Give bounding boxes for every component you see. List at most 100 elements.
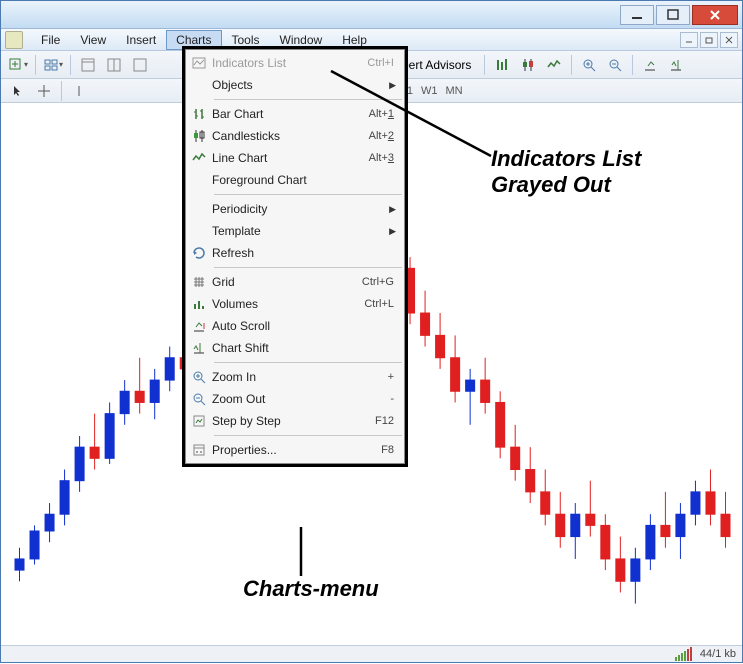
window-icon (80, 57, 96, 73)
data-window-button[interactable] (102, 54, 126, 76)
menu-item-label: Auto Scroll (212, 319, 404, 333)
menu-charts[interactable]: Charts (166, 30, 221, 50)
connection-status: 44/1 kb (700, 648, 736, 660)
menu-separator (214, 267, 402, 268)
connection-bars-icon (675, 647, 692, 661)
navigator-button[interactable] (128, 54, 152, 76)
profiles-button[interactable]: ▾ (41, 54, 65, 76)
vline-icon (72, 84, 86, 98)
menu-item-foreground-chart[interactable]: Foreground Chart (186, 169, 404, 191)
menu-shortcut: F8 (350, 444, 404, 456)
submenu-arrow-icon: ▶ (389, 80, 396, 91)
menu-item-label: Bar Chart (212, 107, 350, 121)
separator (632, 55, 633, 75)
volumes-icon (186, 296, 212, 312)
line-chart-button[interactable] (542, 54, 566, 76)
menu-item-label: Foreground Chart (212, 173, 404, 187)
window-close-button[interactable] (692, 5, 738, 25)
new-chart-button[interactable]: ▾ (6, 54, 30, 76)
menu-file[interactable]: File (31, 30, 70, 50)
bar-chart-button[interactable] (490, 54, 514, 76)
menu-item-bar-chart[interactable]: Bar ChartAlt+1 (186, 103, 404, 125)
menu-item-label: Refresh (212, 246, 404, 260)
menu-item-line-chart[interactable]: Line ChartAlt+3 (186, 147, 404, 169)
menu-tools[interactable]: Tools (222, 30, 270, 50)
zoom-in-icon (186, 369, 212, 385)
menu-separator (214, 362, 402, 363)
menu-view[interactable]: View (70, 30, 116, 50)
separator (571, 55, 572, 75)
mdi-minimize[interactable] (680, 32, 698, 48)
window-minimize-button[interactable] (620, 5, 654, 25)
data-icon (106, 57, 122, 73)
menu-item-volumes[interactable]: VolumesCtrl+L (186, 293, 404, 315)
separator (484, 55, 485, 75)
line-chart-icon (186, 150, 212, 166)
annotation-text: Grayed Out (491, 172, 611, 197)
menu-item-label: Periodicity (212, 202, 404, 216)
autoscroll-icon (642, 57, 658, 73)
restore-icon (704, 35, 714, 45)
timeframe-w1[interactable]: W1 (417, 85, 442, 97)
vline-button[interactable] (67, 80, 91, 102)
app-window: File View Insert Charts Tools Window Hel… (0, 0, 743, 663)
menu-shortcut: - (350, 393, 404, 405)
menu-item-objects[interactable]: Objects▶ (186, 74, 404, 96)
minimize-icon (684, 35, 694, 45)
menu-window[interactable]: Window (270, 30, 333, 50)
crosshair-icon (37, 84, 51, 98)
zoom-out-button[interactable] (603, 54, 627, 76)
app-icon (5, 31, 23, 49)
menu-item-chart-shift[interactable]: Chart Shift (186, 337, 404, 359)
autoscroll-button[interactable] (638, 54, 662, 76)
annotation-charts-menu: Charts-menu (243, 576, 379, 602)
menu-item-label: Volumes (212, 297, 350, 311)
chartshift-icon (668, 57, 684, 73)
menu-item-zoom-out[interactable]: Zoom Out- (186, 388, 404, 410)
menu-separator (214, 99, 402, 100)
properties-icon (186, 442, 212, 458)
menu-item-properties[interactable]: Properties...F8 (186, 439, 404, 461)
maximize-icon (665, 7, 681, 23)
separator (61, 81, 62, 101)
chartshift-button[interactable] (664, 54, 688, 76)
menu-item-indicators-list: Indicators ListCtrl+I (186, 52, 404, 74)
menu-help[interactable]: Help (332, 30, 377, 50)
candle-chart-button[interactable] (516, 54, 540, 76)
menu-item-label: Indicators List (212, 56, 350, 70)
zoom-out-icon (607, 57, 623, 73)
menu-item-zoom-in[interactable]: Zoom In+ (186, 366, 404, 388)
step-icon (186, 413, 212, 429)
menu-item-auto-scroll[interactable]: Auto Scroll (186, 315, 404, 337)
crosshair-button[interactable] (32, 80, 56, 102)
menu-item-refresh[interactable]: Refresh (186, 242, 404, 264)
bar-chart-icon (186, 106, 212, 122)
menu-shortcut: Ctrl+I (350, 57, 404, 69)
menu-item-label: Zoom In (212, 370, 350, 384)
menu-shortcut: Ctrl+L (350, 298, 404, 310)
refresh-icon (186, 245, 212, 261)
submenu-arrow-icon: ▶ (389, 226, 396, 237)
menu-item-periodicity[interactable]: Periodicity▶ (186, 198, 404, 220)
menu-separator (214, 194, 402, 195)
mdi-restore[interactable] (700, 32, 718, 48)
cursor-button[interactable] (6, 80, 30, 102)
timeframe-mn[interactable]: MN (442, 85, 467, 97)
zoom-in-button[interactable] (577, 54, 601, 76)
menu-insert[interactable]: Insert (116, 30, 166, 50)
menu-item-label: Line Chart (212, 151, 350, 165)
market-watch-button[interactable] (76, 54, 100, 76)
menu-item-template[interactable]: Template▶ (186, 220, 404, 242)
mdi-controls (680, 32, 742, 48)
menu-item-step-by-step[interactable]: Step by StepF12 (186, 410, 404, 432)
window-maximize-button[interactable] (656, 5, 690, 25)
statusbar: 44/1 kb (1, 645, 742, 662)
minimize-icon (629, 7, 645, 23)
menu-item-grid[interactable]: GridCtrl+G (186, 271, 404, 293)
menu-shortcut: + (350, 371, 404, 383)
menu-separator (214, 435, 402, 436)
titlebar (1, 1, 742, 29)
nav-icon (132, 57, 148, 73)
mdi-close[interactable] (720, 32, 738, 48)
menu-item-candlesticks[interactable]: CandlesticksAlt+2 (186, 125, 404, 147)
